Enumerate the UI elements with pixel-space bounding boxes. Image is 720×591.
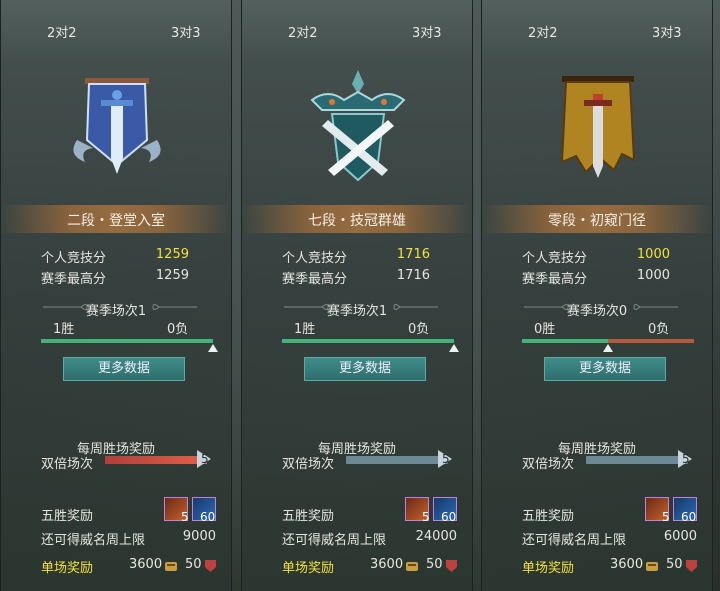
five-win-reward-label: 五胜奖励 — [522, 509, 575, 524]
rank-name: 零段・初窥门径 — [548, 213, 646, 229]
ornament-left-icon — [43, 304, 88, 310]
per-match-reward-label: 单场奖励 — [41, 561, 94, 576]
tab-3v3[interactable]: 3对3 — [652, 22, 682, 41]
personal-score-label: 个人竞技分 — [282, 251, 348, 266]
tab-2v2[interactable]: 2对2 — [47, 22, 77, 41]
blue-banner-sword-emblem-icon — [57, 70, 177, 190]
season-best-value: 1000 — [636, 268, 670, 283]
cap-remaining-label: 还可得威名周上限 — [41, 533, 146, 548]
double-matches-label: 双倍场次 — [282, 457, 335, 472]
double-matches-label: 双倍场次 — [41, 457, 94, 472]
shield-gem-icon — [205, 560, 216, 572]
cap-remaining-value: 9000 — [182, 529, 216, 544]
scroll-count: 60 — [441, 510, 457, 524]
coin-icon — [165, 562, 177, 571]
ornament-left-icon — [284, 304, 329, 310]
personal-score-value: 1000 — [636, 247, 670, 262]
per-match-gems: 50 — [666, 557, 683, 572]
win-ratio-marker-icon — [208, 344, 218, 352]
shield-gem-icon — [446, 560, 457, 572]
scroll-count: 60 — [681, 510, 697, 524]
ornament-right-icon — [393, 304, 438, 310]
personal-score-label: 个人竞技分 — [41, 251, 107, 266]
season-best-label: 赛季最高分 — [282, 272, 348, 287]
chest-count: 5 — [181, 510, 189, 524]
cap-remaining-value: 24000 — [415, 529, 457, 544]
double-matches-bar — [586, 456, 688, 464]
win-bar-fill — [282, 339, 454, 343]
double-count: 5 — [442, 452, 450, 466]
per-match-coins: 3600 — [129, 557, 163, 572]
double-matches-bar — [346, 456, 448, 464]
win-bar-fill — [41, 339, 213, 343]
tab-2v2[interactable]: 2对2 — [288, 22, 318, 41]
win-loss-bar — [41, 339, 213, 343]
mode-tabs: 2对2 3对3 — [1, 0, 231, 62]
season-best-value: 1716 — [396, 268, 430, 283]
win-ratio-marker-icon — [603, 344, 613, 352]
more-data-button[interactable]: 更多数据 — [63, 357, 185, 381]
per-match-reward-label: 单场奖励 — [282, 561, 335, 576]
per-match-gems: 50 — [185, 557, 202, 572]
rank-panel-2: 2对2 3对3 零段・初窥门径 个人竞技分 1000 赛季最高分 1000 赛季… — [481, 0, 713, 591]
per-match-coins: 3600 — [610, 557, 644, 572]
rank-panel-1: 2对2 3对3 七段・技冠群雄 个人竞技分 1716 赛季最高分 1716 赛季… — [241, 0, 473, 591]
coin-icon — [406, 562, 418, 571]
tab-3v3[interactable]: 3对3 — [412, 22, 442, 41]
wins-count: 1胜 — [53, 322, 75, 337]
screen-root: { "tabs": {"two_v_two": "2对2", "three_v_… — [0, 0, 720, 591]
win-loss-bar — [522, 339, 694, 343]
mode-tabs: 2对2 3对3 — [242, 0, 472, 62]
five-win-reward-label: 五胜奖励 — [282, 509, 335, 524]
wins-count: 1胜 — [294, 322, 316, 337]
personal-score-value: 1259 — [155, 247, 189, 262]
tab-3v3[interactable]: 3对3 — [171, 22, 201, 41]
more-data-button[interactable]: 更多数据 — [544, 357, 666, 381]
wins-count: 0胜 — [534, 322, 556, 337]
teal-crossed-swords-emblem-icon — [298, 70, 418, 190]
five-win-reward-label: 五胜奖励 — [41, 509, 94, 524]
mode-tabs: 2对2 3对3 — [482, 0, 712, 62]
per-match-coins: 3600 — [370, 557, 404, 572]
season-best-label: 赛季最高分 — [41, 272, 107, 287]
ornament-left-icon — [524, 304, 569, 310]
gold-banner-sword-emblem-icon — [538, 70, 658, 190]
double-count: 5 — [682, 452, 690, 466]
losses-count: 0负 — [408, 322, 430, 337]
shield-gem-icon — [686, 560, 697, 572]
more-data-button[interactable]: 更多数据 — [304, 357, 426, 381]
losses-count: 0负 — [648, 322, 670, 337]
ornament-right-icon — [633, 304, 678, 310]
coin-icon — [646, 562, 658, 571]
double-count: 5 — [201, 452, 209, 466]
loss-bar-fill — [608, 339, 694, 343]
double-matches-label: 双倍场次 — [522, 457, 575, 472]
cap-remaining-value: 6000 — [663, 529, 697, 544]
rank-panel-0: 2对2 3对3 二段・登堂入室 个人竞技分 1259 赛季最高分 1259 赛季… — [0, 0, 232, 591]
cap-remaining-label: 还可得威名周上限 — [522, 533, 627, 548]
win-ratio-marker-icon — [449, 344, 459, 352]
cap-remaining-label: 还可得威名周上限 — [282, 533, 387, 548]
rank-name: 二段・登堂入室 — [67, 213, 165, 229]
tab-2v2[interactable]: 2对2 — [528, 22, 558, 41]
chest-count: 5 — [662, 510, 670, 524]
losses-count: 0负 — [167, 322, 189, 337]
personal-score-value: 1716 — [396, 247, 430, 262]
personal-score-label: 个人竞技分 — [522, 251, 588, 266]
chest-count: 5 — [422, 510, 430, 524]
season-best-label: 赛季最高分 — [522, 272, 588, 287]
win-loss-bar — [282, 339, 454, 343]
per-match-reward-label: 单场奖励 — [522, 561, 575, 576]
per-match-gems: 50 — [426, 557, 443, 572]
double-matches-bar — [105, 456, 207, 464]
rank-name: 七段・技冠群雄 — [308, 213, 406, 229]
double-matches-fill — [105, 456, 207, 464]
season-best-value: 1259 — [155, 268, 189, 283]
scroll-count: 60 — [200, 510, 216, 524]
win-bar-fill — [522, 339, 608, 343]
ornament-right-icon — [152, 304, 197, 310]
